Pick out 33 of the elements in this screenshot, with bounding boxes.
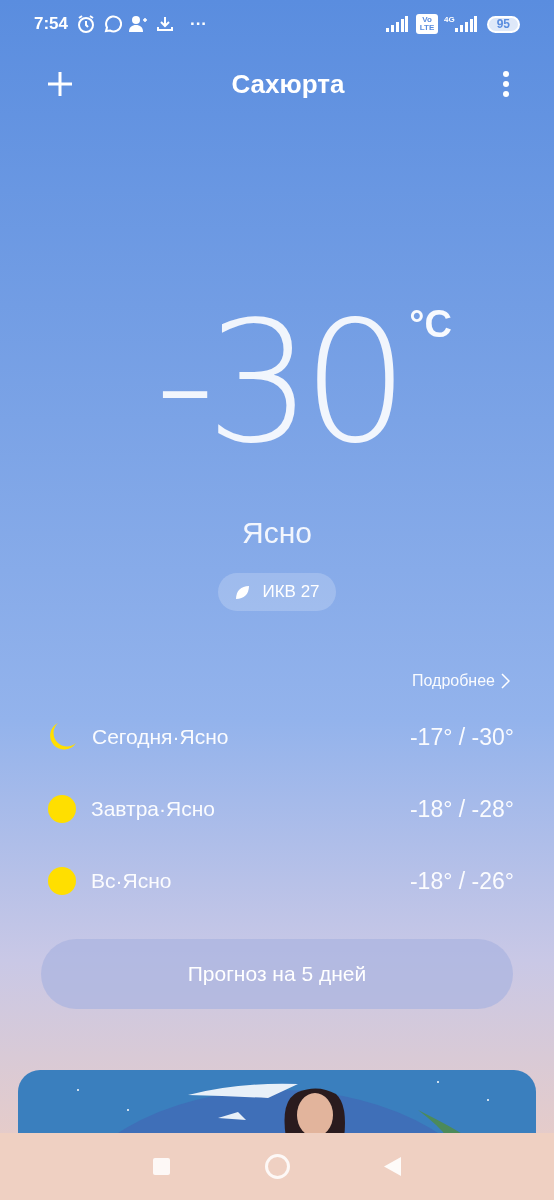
leaf-icon <box>234 584 251 600</box>
forecast-button[interactable]: Прогноз на 5 дней <box>41 939 513 1009</box>
more-notifications: ··· <box>190 13 207 36</box>
add-contact-icon <box>128 14 149 34</box>
air-quality-badge[interactable]: ИКВ 27 <box>218 573 336 611</box>
add-icon[interactable] <box>46 70 74 98</box>
temperature-value: -30 <box>154 285 400 481</box>
download-icon <box>156 15 175 33</box>
volte-badge: Vo LTE <box>415 14 438 34</box>
temperature-range: -18° / -28° <box>409 794 514 824</box>
city-title: Сахюрта <box>231 67 345 101</box>
more-options-icon[interactable] <box>502 71 510 97</box>
temperature-unit: °C <box>409 302 452 347</box>
network-type: 4G <box>443 16 455 24</box>
sun-icon <box>47 794 77 824</box>
weather-condition: Ясно <box>242 515 312 551</box>
home-button[interactable] <box>264 1154 290 1179</box>
back-button[interactable] <box>384 1157 401 1176</box>
forecast-day: Сегодня·Ясно <box>92 721 229 753</box>
temperature-range: -17° / -30° <box>409 722 514 752</box>
forecast-day: Завтра·Ясно <box>91 793 215 825</box>
battery-indicator: 95 <box>486 15 520 33</box>
sun-icon <box>47 866 77 896</box>
alarm-icon <box>76 14 97 34</box>
forecast-day: Вс·Ясно <box>91 865 172 897</box>
temperature-range: -18° / -26° <box>409 866 514 896</box>
signal-icon <box>385 16 408 32</box>
chevron-right-icon <box>501 673 510 689</box>
recents-button[interactable] <box>153 1158 170 1175</box>
signal-icon <box>454 16 477 32</box>
status-time: 7:54 <box>34 13 69 36</box>
details-link[interactable]: Подробнее <box>412 669 510 693</box>
chat-icon <box>102 14 123 34</box>
